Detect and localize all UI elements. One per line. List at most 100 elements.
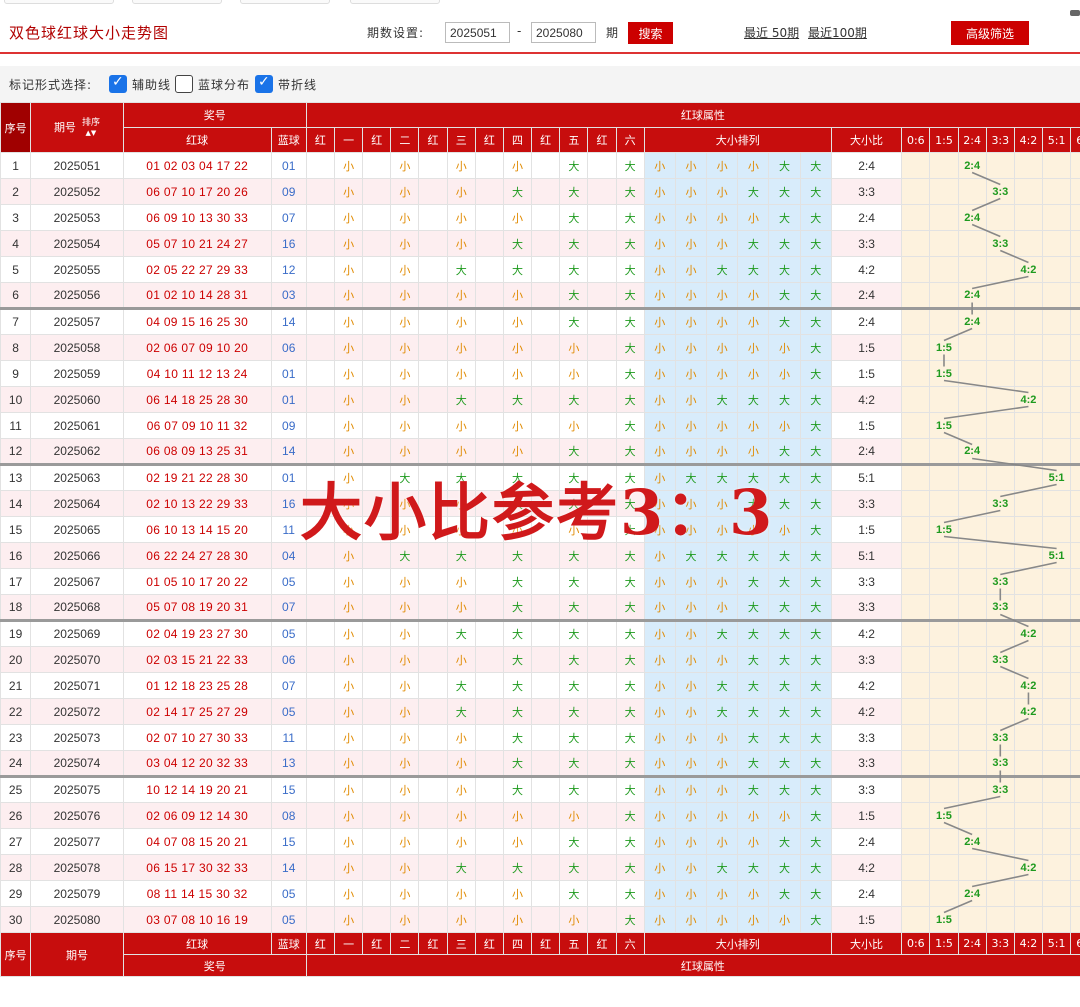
ratio-dist-cell <box>1042 256 1072 283</box>
nav-tab-stub[interactable] <box>132 0 222 4</box>
pos-4-mark: 大 <box>502 646 533 673</box>
pos-4-mark: 小 <box>502 880 533 907</box>
pos-spacer <box>418 646 448 673</box>
row-seq: 6 <box>0 282 32 309</box>
pos-spacer <box>474 854 504 881</box>
row-blue-ball: 15 <box>270 828 307 855</box>
period-unit: 期 <box>606 26 619 40</box>
arrangement-mark: 小 <box>643 828 676 855</box>
pos-spacer <box>362 438 392 465</box>
polyline-checkbox[interactable] <box>255 74 273 93</box>
footer-pos-num-3: 三 <box>446 932 476 955</box>
table-row: 2 2025052 06 07 10 17 20 26 09 小小小大大大小小小大大大 3… <box>0 178 1080 205</box>
ratio-dist-cell <box>985 854 1015 881</box>
row-blue-ball: 12 <box>270 256 307 283</box>
arrangement-mark: 小 <box>674 724 708 751</box>
row-ratio: 1:5 <box>830 906 903 933</box>
pos-2-mark: 小 <box>390 386 420 413</box>
pos-2-mark: 小 <box>390 828 420 855</box>
row-period: 2025076 <box>30 802 124 829</box>
row-seq: 8 <box>0 334 32 361</box>
search-button[interactable]: 搜索 <box>628 22 673 44</box>
ratio-dist-cell <box>1013 438 1044 465</box>
row-red-balls: 02 04 19 23 27 30 <box>122 619 272 647</box>
row-blue-ball: 13 <box>270 750 307 777</box>
row-ratio: 2:4 <box>830 307 903 335</box>
ratio-dist-cell <box>929 386 959 413</box>
ratio-hit-cell: 3:3 <box>985 775 1015 803</box>
header-period[interactable]: 期号 排序 ▲▼ <box>30 102 124 153</box>
row-ratio: 1:5 <box>830 412 903 439</box>
ratio-dist-cell <box>985 542 1015 569</box>
pos-6-mark: 大 <box>615 152 645 179</box>
row-red-balls: 02 10 13 22 29 33 <box>122 490 272 517</box>
pos-1-mark: 小 <box>333 152 364 179</box>
arrangement-mark: 大 <box>799 256 832 283</box>
header-pos-red-4: 红 <box>474 127 504 153</box>
pos-4-mark: 大 <box>502 230 533 257</box>
sort-toggle[interactable]: 排序 ▲▼ <box>82 118 100 138</box>
ratio-hit-cell: 2:4 <box>957 438 987 465</box>
arrangement-mark: 大 <box>737 672 770 699</box>
pos-spacer <box>587 750 617 777</box>
arrangement-mark: 小 <box>706 880 739 907</box>
pos-6-mark: 大 <box>615 307 645 335</box>
arrangement-mark: 小 <box>674 698 708 725</box>
arrangement-mark: 大 <box>768 724 801 751</box>
nav-tab-stub[interactable] <box>4 0 114 4</box>
arrangement-mark: 小 <box>674 594 708 621</box>
table-row: 30 2025080 03 07 08 10 16 19 05 小小小小小大小小小小小大… <box>0 906 1080 933</box>
auxiliary-line-checkbox[interactable] <box>109 74 127 93</box>
table-row: 1 2025051 01 02 03 04 17 22 01 小小小小大大小小小小大大 2… <box>0 152 1080 179</box>
ratio-dist-cell <box>1042 386 1072 413</box>
pos-spacer <box>531 334 561 361</box>
ratio-hit-cell: 3:3 <box>985 646 1015 673</box>
ratio-dist-cell <box>1013 828 1044 855</box>
pos-spacer <box>474 828 504 855</box>
pos-spacer <box>587 672 617 699</box>
row-period: 2025054 <box>30 230 124 257</box>
nav-tab-stub[interactable] <box>350 0 440 4</box>
row-red-balls: 01 02 10 14 28 31 <box>122 282 272 309</box>
pos-spacer <box>587 828 617 855</box>
pos-spacer <box>531 880 561 907</box>
row-seq: 20 <box>0 646 32 673</box>
row-period: 2025071 <box>30 672 124 699</box>
pos-5-mark: 大 <box>559 152 589 179</box>
ratio-dist-cell <box>957 802 987 829</box>
period-to-input[interactable] <box>531 22 596 43</box>
arrangement-mark: 小 <box>706 828 739 855</box>
pos-spacer <box>305 698 335 725</box>
row-period: 2025064 <box>30 490 124 517</box>
pos-4-mark: 小 <box>502 802 533 829</box>
arrangement-mark: 小 <box>674 619 708 647</box>
pos-4-mark: 大 <box>502 256 533 283</box>
recent-100-link[interactable]: 最近100期 <box>808 24 867 41</box>
pos-4-mark: 小 <box>502 152 533 179</box>
blue-distribution-checkbox[interactable] <box>175 75 193 93</box>
arrangement-mark: 大 <box>768 646 801 673</box>
recent-50-link[interactable]: 最近 50期 <box>744 24 799 41</box>
ratio-hit-cell: 3:3 <box>985 178 1015 205</box>
arrangement-mark: 小 <box>706 307 739 335</box>
pos-spacer <box>418 854 448 881</box>
header-seq: 序号 <box>0 102 32 153</box>
ratio-dist-cell <box>1070 204 1080 231</box>
nav-tab-stub[interactable] <box>240 0 330 4</box>
table-row: 10 2025060 06 14 18 25 28 30 01 小小大大大大小小大大大大… <box>0 386 1080 413</box>
arrangement-mark: 小 <box>643 256 676 283</box>
pos-6-mark: 大 <box>615 438 645 465</box>
pos-spacer <box>474 775 504 803</box>
pos-spacer <box>418 619 448 647</box>
row-ratio: 1:5 <box>830 360 903 387</box>
advanced-filter-button[interactable]: 高级筛选 <box>951 21 1029 45</box>
period-from-input[interactable] <box>445 22 510 43</box>
table-row: 23 2025073 02 07 10 27 30 33 11 小小小大大大小小小大大大… <box>0 724 1080 751</box>
pos-3-mark: 小 <box>446 594 476 621</box>
pos-1-mark: 小 <box>333 307 364 335</box>
pos-spacer <box>305 307 335 335</box>
header-ratio: 大小比 <box>830 127 903 153</box>
ratio-dist-cell <box>1070 594 1080 621</box>
ratio-dist-cell <box>1070 307 1080 335</box>
ratio-dist-cell <box>985 307 1015 335</box>
